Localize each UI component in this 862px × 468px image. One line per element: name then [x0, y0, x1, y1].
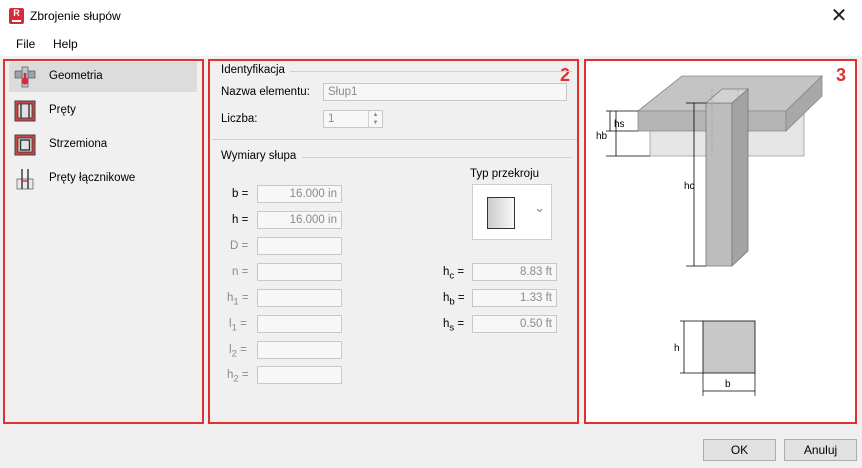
chevron-down-icon: ⌄ — [534, 201, 545, 216]
close-button[interactable]: ✕ — [824, 3, 854, 29]
diagram-panel: 3 hs hb hc h b — [584, 59, 857, 424]
nav-label: Strzemiona — [49, 138, 108, 150]
l2-label: l2 = — [229, 344, 247, 360]
d-label: D = — [230, 240, 249, 252]
d-field[interactable] — [257, 237, 342, 255]
n-label: n = — [232, 266, 249, 278]
count-stepper[interactable]: 1 ▲ ▼ — [323, 110, 383, 128]
h-label: h = — [232, 214, 249, 226]
nav-item-prety-lacznikowe[interactable]: Pręty łącznikowe — [9, 164, 197, 194]
count-label: Liczba: — [221, 113, 258, 125]
hb-label: hb = — [443, 292, 465, 308]
bars-icon — [14, 100, 36, 122]
rectangle-section-icon — [487, 197, 515, 229]
n-field[interactable] — [257, 263, 342, 281]
h2-label: h2 = — [227, 369, 249, 385]
b-label: b = — [232, 188, 249, 200]
l1-label: l1 = — [229, 318, 247, 334]
hc-label: hc = — [443, 266, 465, 282]
h1-label: h1 = — [227, 292, 249, 308]
element-name-field[interactable]: Słup1 — [323, 83, 567, 101]
nav-label: Geometria — [49, 70, 103, 82]
section-divider — [212, 139, 577, 140]
window-title: Zbrojenie słupów — [30, 9, 121, 23]
section-type-label: Typ przekroju — [470, 168, 540, 180]
nav-item-strzemiona[interactable]: Strzemiona — [9, 130, 197, 160]
l2-field[interactable] — [257, 341, 342, 359]
cancel-button[interactable]: Anuluj — [784, 439, 857, 461]
h2-field[interactable] — [257, 366, 342, 384]
menu-file[interactable]: File — [16, 37, 35, 51]
hs-field[interactable]: 0.50 ft — [472, 315, 557, 333]
column-diagram: hs hb hc h b — [596, 75, 823, 396]
dims-group-divider — [302, 157, 572, 158]
l1-field[interactable] — [257, 315, 342, 333]
properties-panel: 2 Identyfikacja Nazwa elementu: Słup1 Li… — [208, 59, 579, 424]
b-field[interactable]: 16.000 in — [257, 185, 342, 203]
dim-hb-label: hb — [596, 131, 608, 142]
element-name-label: Nazwa elementu: — [221, 86, 310, 98]
nav-label: Pręty łącznikowe — [49, 172, 136, 184]
dim-hs-label: hs — [614, 119, 625, 130]
section-type-select[interactable]: ⌄ — [472, 184, 552, 240]
dim-b-label: b — [725, 379, 731, 390]
h-field[interactable]: 16.000 in — [257, 211, 342, 229]
hc-field[interactable]: 8.83 ft — [472, 263, 557, 281]
ok-button[interactable]: OK — [703, 439, 776, 461]
menu-bar: File Help — [0, 32, 862, 56]
h1-field[interactable] — [257, 289, 342, 307]
navigation-panel: 1 Geometria Pręty Strzemiona — [3, 59, 204, 424]
dim-hc-label: hc — [684, 181, 695, 192]
app-icon: R — [9, 8, 24, 24]
nav-item-prety[interactable]: Pręty — [9, 96, 197, 126]
spin-down-icon[interactable]: ▼ — [368, 119, 382, 127]
menu-help[interactable]: Help — [53, 37, 78, 51]
geometry-icon — [14, 66, 36, 88]
nav-label: Pręty — [49, 104, 76, 116]
dim-h-label: h — [674, 343, 680, 354]
nav-item-geometria[interactable]: Geometria — [9, 62, 197, 92]
title-bar: R Zbrojenie słupów ✕ — [0, 0, 862, 32]
connector-bars-icon — [16, 169, 34, 190]
hs-label: hs = — [443, 318, 465, 334]
ident-group-divider — [290, 71, 572, 72]
spin-up-icon[interactable]: ▲ — [368, 111, 382, 119]
stirrups-icon — [14, 134, 36, 156]
hb-field[interactable]: 1.33 ft — [472, 289, 557, 307]
ident-group-title: Identyfikacja — [221, 64, 285, 76]
count-value: 1 — [328, 113, 335, 125]
dims-group-title: Wymiary słupa — [221, 150, 297, 162]
